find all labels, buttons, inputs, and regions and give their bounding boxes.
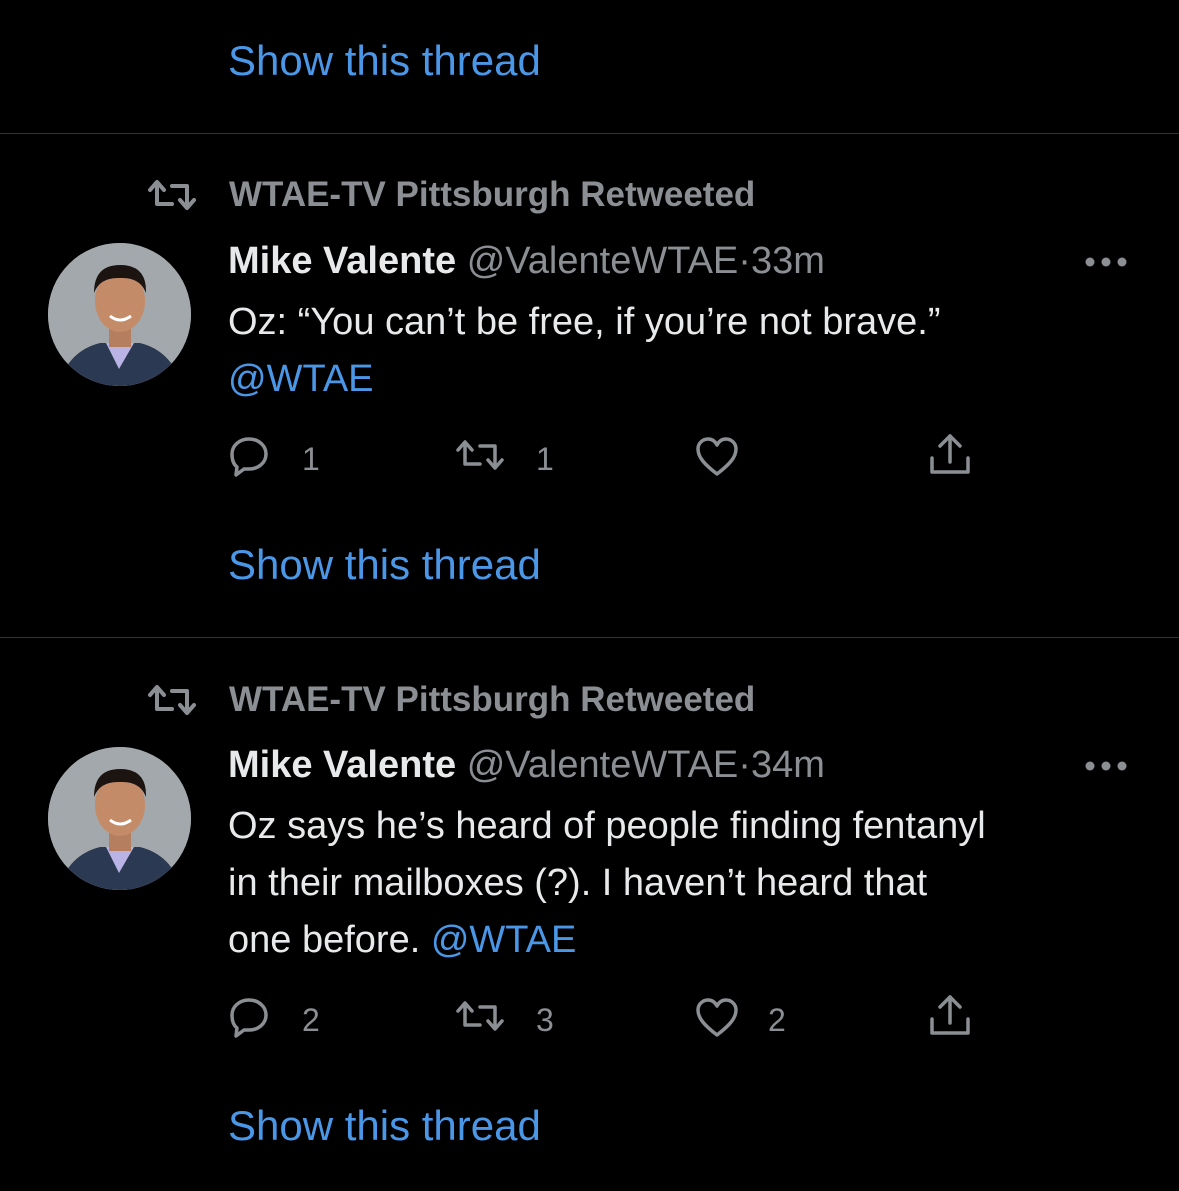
tweet-time[interactable]: 33m: [751, 240, 825, 282]
author-handle[interactable]: @ValenteWTAE: [467, 240, 739, 282]
tweet-text: Oz says he’s heard of people finding fen…: [228, 798, 1148, 969]
author-name[interactable]: Mike Valente: [228, 240, 456, 282]
author-handle[interactable]: @ValenteWTAE: [467, 744, 739, 786]
more-options-icon[interactable]: [1084, 256, 1128, 268]
reply-count: 2: [302, 1002, 320, 1038]
mention-link[interactable]: @WTAE: [228, 358, 374, 400]
share-icon[interactable]: [928, 993, 972, 1039]
reply-count: 1: [302, 441, 320, 477]
reply-button[interactable]: 2: [228, 996, 328, 1040]
tweet-time[interactable]: 34m: [751, 744, 825, 786]
retweet-indicator-icon: [148, 685, 196, 715]
reply-icon: [230, 998, 268, 1038]
retweet-icon: [456, 1001, 504, 1031]
heart-icon: [696, 998, 738, 1037]
tweet-text-line: in their mailboxes (?). I haven’t heard …: [228, 862, 928, 904]
like-button[interactable]: [694, 436, 794, 480]
retweet-button[interactable]: 3: [454, 997, 564, 1041]
avatar[interactable]: [48, 747, 191, 890]
retweeted-by-label: WTAE-TV Pittsburgh Retweeted: [229, 175, 756, 214]
reply-button[interactable]: 1: [228, 435, 328, 479]
avatar-photo: [48, 747, 191, 890]
show-thread-link[interactable]: Show this thread: [228, 40, 541, 82]
share-icon[interactable]: [928, 432, 972, 478]
tweet-text-line: one before.: [228, 919, 431, 961]
separator-dot: ·: [738, 240, 751, 282]
like-button[interactable]: 2: [694, 997, 794, 1041]
retweet-button[interactable]: 1: [454, 436, 564, 480]
heart-icon: [696, 437, 738, 476]
like-count: 2: [768, 1002, 786, 1038]
author-name[interactable]: Mike Valente: [228, 744, 456, 786]
mention-link[interactable]: @WTAE: [431, 919, 577, 961]
tweet-text: Oz: “You can’t be free, if you’re not br…: [228, 294, 1148, 408]
show-thread-link[interactable]: Show this thread: [228, 544, 541, 586]
avatar[interactable]: [48, 243, 191, 386]
divider: [0, 637, 1179, 638]
tweet-text-line: Oz: “You can’t be free, if you’re not br…: [228, 301, 941, 343]
retweet-icon: [456, 440, 504, 470]
reply-icon: [230, 437, 268, 477]
show-thread-link[interactable]: Show this thread: [228, 1105, 541, 1147]
tweet-text-line: Oz says he’s heard of people finding fen…: [228, 805, 986, 847]
divider: [0, 133, 1179, 134]
retweet-count: 1: [536, 441, 554, 477]
more-options-icon[interactable]: [1084, 760, 1128, 772]
retweet-count: 3: [536, 1002, 554, 1038]
tweet-header: Mike Valente @ValenteWTAE·33m: [228, 242, 825, 280]
separator-dot: ·: [738, 744, 751, 786]
tweet-header: Mike Valente @ValenteWTAE·34m: [228, 746, 825, 784]
retweeted-by-label: WTAE-TV Pittsburgh Retweeted: [229, 680, 756, 719]
retweet-indicator-icon: [148, 180, 196, 210]
avatar-photo: [48, 243, 191, 386]
